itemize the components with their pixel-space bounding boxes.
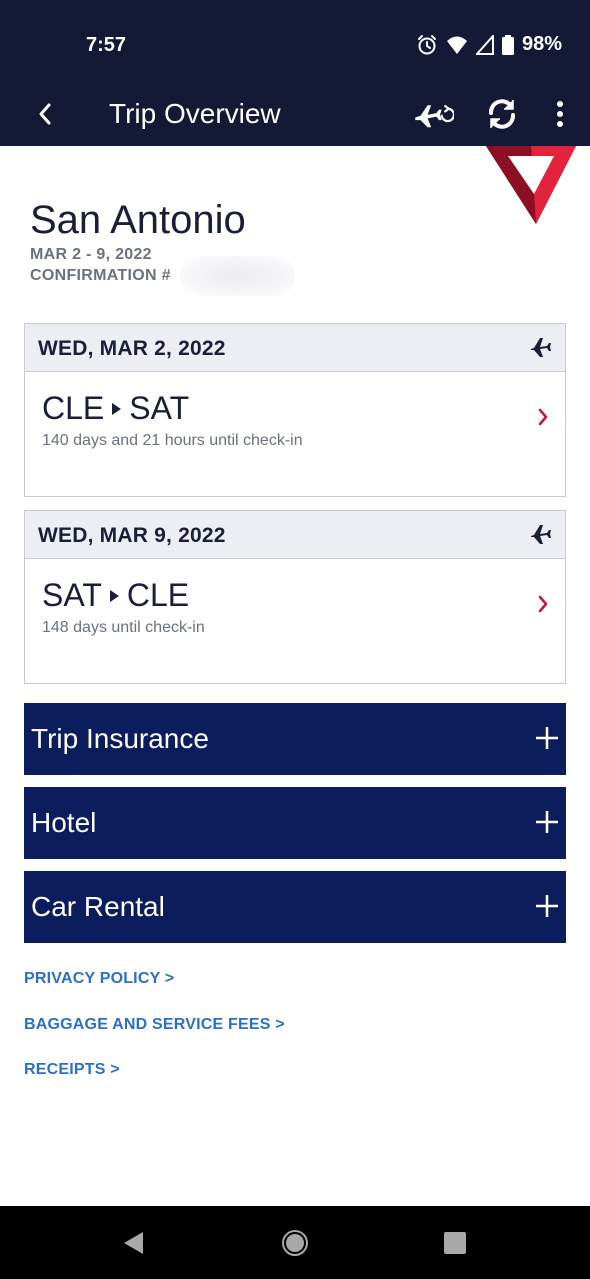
plus-icon: [536, 727, 558, 749]
more-options-button[interactable]: [550, 92, 570, 136]
flight-date: WED, MAR 9, 2022: [38, 524, 226, 547]
checkin-countdown: 140 days and 21 hours until check-in: [42, 432, 303, 449]
flight-status-button[interactable]: [410, 92, 454, 136]
plane-icon: [531, 338, 551, 357]
status-bar: 7:57 98%: [0, 0, 590, 88]
nav-home-button[interactable]: [280, 1228, 310, 1258]
flight-details-row[interactable]: SAT CLE 148 days until check-in: [25, 559, 565, 683]
delta-logo: [486, 146, 576, 224]
chevron-right-icon: [538, 595, 548, 613]
flight-card-header: WED, MAR 2, 2022: [25, 324, 565, 372]
checkin-countdown: 148 days until check-in: [42, 619, 205, 636]
signal-icon: [475, 34, 494, 55]
trip-destination: San Antonio: [30, 198, 246, 242]
origin-code: CLE: [42, 390, 105, 426]
hotel-section[interactable]: Hotel: [24, 787, 566, 859]
nav-back-button[interactable]: [118, 1228, 148, 1258]
nav-recents-button[interactable]: [440, 1228, 470, 1258]
trip-dates: MAR 2 - 9, 2022: [30, 246, 152, 263]
page-title: Trip Overview: [109, 98, 281, 129]
flight-status-icon: [415, 104, 454, 128]
section-label: Car Rental: [31, 891, 165, 922]
flight-route: SAT CLE: [42, 577, 189, 614]
more-vert-icon: [557, 101, 563, 127]
wifi-icon: [446, 36, 467, 54]
nav-back-icon: [124, 1232, 143, 1254]
flight-date: WED, MAR 2, 2022: [38, 337, 226, 360]
trip-insurance-section[interactable]: Trip Insurance: [24, 703, 566, 775]
flight-card: WED, MAR 9, 2022 SAT CLE 148 days until …: [24, 510, 566, 684]
nav-recents-icon: [444, 1232, 466, 1254]
system-nav-bar: [0, 1206, 590, 1279]
app-bar: Trip Overview: [0, 88, 590, 146]
destination-code: CLE: [126, 577, 190, 613]
status-icons: 98%: [416, 33, 562, 56]
refresh-icon: [489, 99, 515, 129]
plane-icon: [531, 525, 551, 544]
back-button[interactable]: [30, 96, 60, 132]
chevron-right-icon: [538, 408, 548, 426]
app-bar-actions: [410, 92, 570, 136]
section-label: Trip Insurance: [31, 723, 209, 754]
privacy-policy-link[interactable]: PRIVACY POLICY >: [24, 970, 174, 988]
back-icon: [39, 103, 51, 125]
receipts-link[interactable]: RECEIPTS >: [24, 1061, 120, 1079]
confirmation-redacted: [180, 256, 295, 296]
battery-icon: [501, 34, 514, 55]
route-arrow-icon: [112, 402, 122, 415]
flight-card: WED, MAR 2, 2022 CLE SAT 140 days and 21…: [24, 323, 566, 497]
status-time: 7:57: [86, 34, 127, 56]
confirmation-label: CONFIRMATION #: [30, 267, 171, 284]
nav-home-icon: [282, 1230, 308, 1256]
plus-icon: [536, 811, 558, 833]
baggage-fees-link[interactable]: BAGGAGE AND SERVICE FEES >: [24, 1016, 285, 1034]
origin-code: SAT: [42, 577, 102, 613]
section-label: Hotel: [31, 807, 97, 838]
route-arrow-icon: [109, 589, 119, 602]
destination-code: SAT: [129, 390, 190, 426]
flight-details-row[interactable]: CLE SAT 140 days and 21 hours until chec…: [25, 372, 565, 496]
battery-level: 98%: [521, 33, 562, 55]
flight-route: CLE SAT: [42, 390, 189, 427]
alarm-icon: [417, 34, 436, 54]
refresh-button[interactable]: [480, 92, 524, 136]
car-rental-section[interactable]: Car Rental: [24, 871, 566, 943]
plus-icon: [536, 895, 558, 917]
flight-card-header: WED, MAR 9, 2022: [25, 511, 565, 559]
